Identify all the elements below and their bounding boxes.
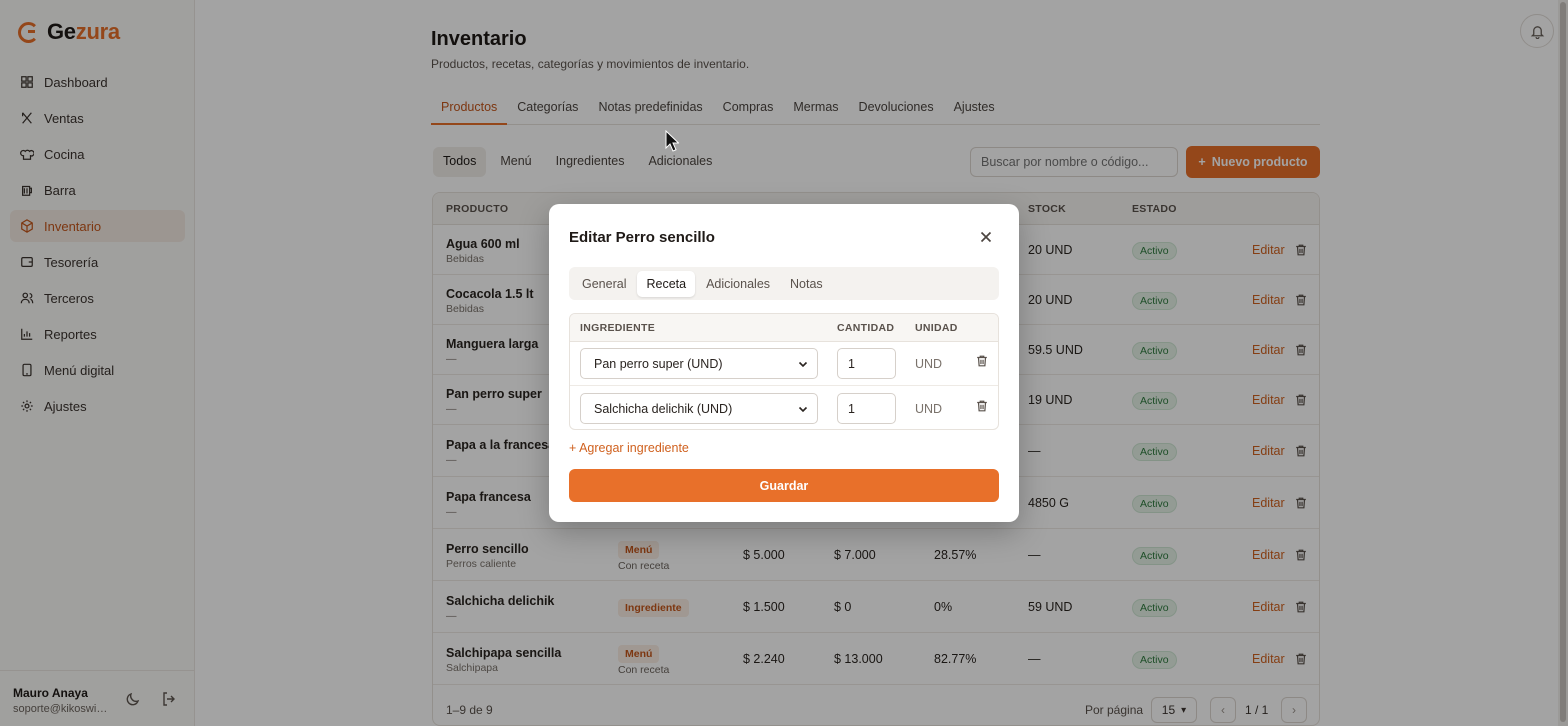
recipe-row: Pan perro super (UND) UND [570, 342, 998, 386]
ingredient-select[interactable]: Salchicha delichik (UND) [580, 393, 818, 424]
save-button[interactable]: Guardar [569, 469, 999, 502]
quantity-input[interactable] [837, 348, 896, 379]
tab-general[interactable]: General [573, 271, 635, 297]
unit-label: UND [915, 357, 943, 371]
chevron-down-icon [797, 358, 809, 370]
dialog-tabs: General Receta Adicionales Notas [569, 267, 999, 300]
tab-receta[interactable]: Receta [637, 270, 696, 297]
ingredient-select[interactable]: Pan perro super (UND) [580, 348, 818, 379]
trash-icon[interactable] [975, 399, 989, 413]
header-unidad: UNIDAD [915, 322, 958, 334]
unit-label: UND [915, 402, 943, 416]
recipe-header: INGREDIENTE CANTIDAD UNIDAD [570, 314, 998, 342]
tab-adicionales[interactable]: Adicionales [697, 271, 779, 297]
header-cantidad: CANTIDAD [837, 322, 895, 334]
ingredient-select-value: Pan perro super (UND) [594, 356, 723, 371]
mouse-cursor-icon [665, 130, 679, 152]
edit-product-dialog: Editar Perro sencillo General Receta Adi… [549, 204, 1019, 522]
chevron-down-icon [797, 403, 809, 415]
add-ingredient-link[interactable]: + Agregar ingrediente [569, 441, 689, 455]
ingredient-select-value: Salchicha delichik (UND) [594, 401, 733, 416]
header-ingrediente: INGREDIENTE [580, 322, 656, 334]
close-icon[interactable] [977, 228, 995, 246]
recipe-row: Salchicha delichik (UND) UND [570, 387, 998, 429]
quantity-input[interactable] [837, 393, 896, 424]
dialog-title: Editar Perro sencillo [569, 229, 715, 246]
tab-notas[interactable]: Notas [781, 271, 832, 297]
trash-icon[interactable] [975, 354, 989, 368]
recipe-table: INGREDIENTE CANTIDAD UNIDAD Pan perro su… [569, 313, 999, 430]
